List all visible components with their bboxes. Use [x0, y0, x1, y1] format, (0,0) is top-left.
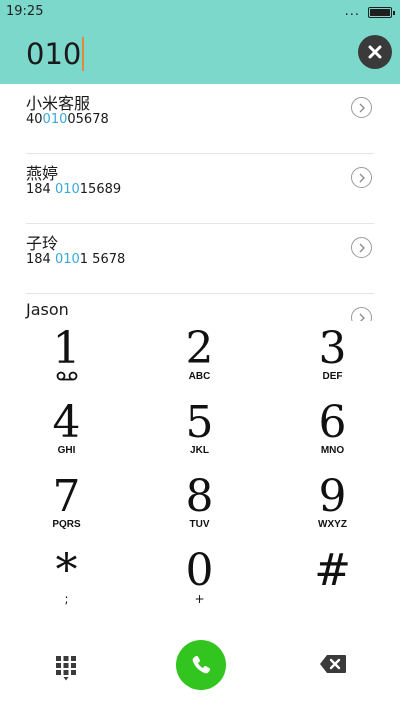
- chevron-right-icon: [359, 173, 365, 182]
- key-digit: #: [314, 545, 351, 596]
- battery-icon: [368, 7, 395, 18]
- contact-detail-button[interactable]: [351, 167, 372, 188]
- key-letters: PQRS: [52, 519, 81, 530]
- key-letters: MNO: [320, 445, 345, 456]
- voicemail-icon: [56, 371, 77, 381]
- key-digit: *: [55, 545, 78, 596]
- key-digit: 3: [318, 323, 347, 374]
- key-hash[interactable]: #: [266, 547, 399, 621]
- key-5[interactable]: 5 JKL: [133, 399, 266, 473]
- dial-number-text: 010: [26, 37, 82, 71]
- dial-number-input[interactable]: 010: [26, 34, 85, 74]
- key-6[interactable]: 6 MNO: [266, 399, 399, 473]
- contact-detail-button[interactable]: [351, 97, 372, 118]
- contact-detail-button[interactable]: [351, 307, 372, 321]
- contact-name: 小米客服: [26, 94, 91, 113]
- backspace-icon: [320, 655, 346, 673]
- key-letters: TUV: [189, 519, 210, 530]
- key-sub-symbol: ;: [64, 592, 69, 606]
- key-1[interactable]: 1: [0, 325, 133, 399]
- close-icon: [368, 45, 382, 59]
- key-sub-symbol: +: [194, 592, 205, 606]
- list-item-contact[interactable]: Jason: [26, 294, 374, 321]
- number-match: 010: [42, 112, 68, 127]
- text-caret: [82, 37, 85, 71]
- list-item-contact[interactable]: 燕婷 184 01015689: [26, 154, 374, 224]
- chevron-right-icon: [359, 243, 365, 252]
- number-prefix: 184: [26, 182, 55, 197]
- key-star[interactable]: * ;: [0, 547, 133, 621]
- key-0[interactable]: 0 +: [133, 547, 266, 621]
- chevron-right-icon: [359, 103, 365, 112]
- dialer-header: 19:25 ... 010: [0, 0, 400, 84]
- contact-name: Jason: [26, 300, 69, 319]
- clear-input-button[interactable]: [358, 35, 392, 69]
- key-letters: WXYZ: [318, 519, 347, 530]
- phone-icon: [192, 655, 211, 674]
- number-prefix: 40: [26, 112, 43, 127]
- contact-number: 4001005678: [26, 112, 109, 127]
- key-2[interactable]: 2 ABC: [133, 325, 266, 399]
- list-item-contact[interactable]: 子玲 184 0101 5678: [26, 224, 374, 294]
- key-7[interactable]: 7 PQRS: [0, 473, 133, 547]
- key-digit: 8: [185, 471, 214, 522]
- grid-icon: [56, 656, 76, 681]
- contact-number: 184 01015689: [26, 182, 121, 197]
- key-digit: 2: [185, 323, 214, 374]
- key-3[interactable]: 3 DEF: [266, 325, 399, 399]
- number-prefix: 184: [26, 252, 55, 267]
- key-digit: 7: [52, 471, 81, 522]
- key-letters: JKL: [190, 445, 209, 456]
- contact-name: 燕婷: [26, 164, 59, 183]
- key-digit: 5: [185, 397, 214, 448]
- dial-keypad: 1 2 ABC 3 DEF 4 GHI 5 JKL 6 MNO 7 PQRS 8…: [0, 321, 400, 621]
- key-digit: 1: [52, 323, 81, 374]
- contact-name: 子玲: [26, 234, 59, 253]
- key-digit: 4: [52, 397, 81, 448]
- key-letters: ABC: [188, 371, 211, 382]
- key-digit: 6: [318, 397, 347, 448]
- contact-results-list[interactable]: 小米客服 4001005678 燕婷 184 01015689 子玲 184 0…: [0, 84, 400, 321]
- number-suffix: 05678: [67, 112, 109, 127]
- dialpad-toggle-button[interactable]: [54, 654, 78, 682]
- contact-detail-button[interactable]: [351, 237, 372, 258]
- number-match: 010: [54, 182, 80, 197]
- status-bar: 19:25 ...: [0, 0, 400, 24]
- dialer-bottom-bar: [0, 621, 400, 711]
- status-time: 19:25: [6, 4, 44, 19]
- number-suffix: 1 5678: [79, 252, 126, 267]
- status-dots: ...: [344, 4, 360, 19]
- key-9[interactable]: 9 WXYZ: [266, 473, 399, 547]
- key-8[interactable]: 8 TUV: [133, 473, 266, 547]
- key-letters: GHI: [57, 445, 76, 456]
- backspace-button[interactable]: [318, 653, 348, 675]
- list-item-contact[interactable]: 小米客服 4001005678: [26, 84, 374, 154]
- key-4[interactable]: 4 GHI: [0, 399, 133, 473]
- key-digit: 0: [185, 545, 214, 596]
- number-match: 010: [54, 252, 80, 267]
- number-suffix: 15689: [79, 182, 122, 197]
- key-digit: 9: [318, 471, 347, 522]
- call-button[interactable]: [176, 640, 226, 690]
- key-letters: DEF: [322, 371, 343, 382]
- contact-number: 184 0101 5678: [26, 252, 125, 267]
- chevron-right-icon: [359, 313, 365, 321]
